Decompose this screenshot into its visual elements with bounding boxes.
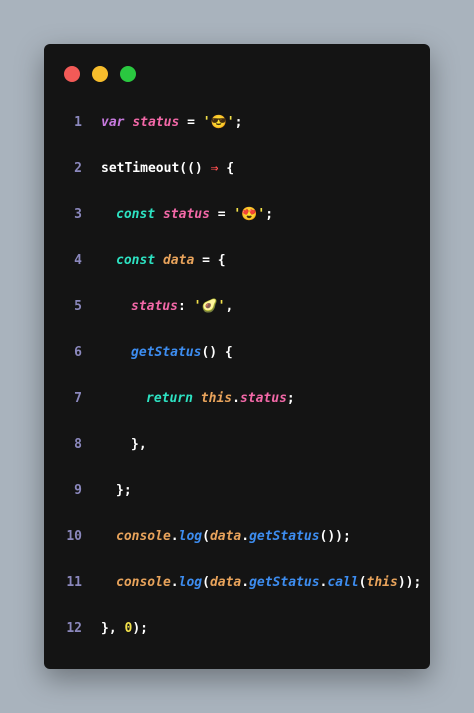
code-line: 6 getStatus() {: [44, 337, 430, 383]
code-line: 8},: [44, 429, 430, 475]
code-text: }, 0);: [101, 613, 148, 645]
code-token: },: [101, 621, 125, 636]
code-token: status: [162, 207, 210, 222]
code-text: console.log(data.getStatus.call(this));: [116, 567, 421, 599]
line-number: 7: [74, 391, 82, 406]
code-token: '😎': [202, 115, 235, 130]
code-token: (: [202, 529, 210, 544]
line-number: 8: [74, 437, 82, 452]
code-token: this: [366, 575, 398, 590]
code-token: .: [170, 575, 179, 590]
code-line: 9};: [44, 475, 430, 521]
code-text: return this.status;: [146, 383, 295, 415]
code-token: this: [200, 391, 233, 406]
code-text: const data = {: [116, 245, 226, 277]
code-text: setTimeout(() ⇒ {: [101, 153, 234, 185]
code-text: console.log(data.getStatus());: [116, 521, 351, 553]
code-token: ,: [225, 299, 234, 314]
code-text: var status = '😎';: [101, 107, 242, 139]
code-line: 11 console.log(data.getStatus.call(this))…: [44, 567, 430, 613]
code-line: 10 console.log(data.getStatus());: [44, 521, 430, 567]
line-number: 6: [74, 345, 82, 360]
code-token: data: [209, 529, 242, 544]
code-text: const status = '😍';: [116, 199, 273, 231]
code-token: getStatus: [249, 529, 320, 544]
code-token: = {: [194, 253, 226, 268]
line-number: 5: [74, 299, 82, 314]
code-token: data: [162, 253, 195, 268]
code-token: status: [239, 391, 287, 406]
maximize-button[interactable]: [120, 66, 136, 82]
code-text: status: '🥑',: [131, 291, 233, 323]
code-line: 7 return this.status;: [44, 383, 430, 429]
code-token: .: [241, 575, 250, 590]
code-token: =: [179, 115, 203, 130]
code-line: 1 var status = '😎';: [44, 107, 430, 153]
code-token: call: [327, 575, 359, 590]
close-button[interactable]: [64, 66, 80, 82]
code-token: },: [131, 437, 147, 452]
code-token: .: [170, 529, 179, 544]
line-number: 1: [74, 115, 82, 130]
code-token: log: [178, 575, 203, 590]
code-token: .: [232, 391, 240, 406]
code-token: (: [358, 575, 367, 590]
code-token: =: [209, 207, 234, 222]
code-token: status: [131, 299, 178, 314]
code-token: console: [116, 529, 171, 544]
line-number: 11: [66, 575, 82, 590]
code-line: 12 }, 0);: [44, 613, 430, 659]
code-token: ));: [397, 575, 422, 590]
line-number: 2: [74, 161, 82, 176]
code-token: status: [132, 115, 180, 130]
code-token: ;: [286, 391, 295, 406]
code-token: const: [116, 207, 156, 222]
code-token: {: [218, 161, 235, 176]
code-token: console: [116, 575, 171, 590]
code-text: getStatus() {: [131, 337, 233, 369]
code-text: };: [116, 475, 132, 507]
code-token: log: [178, 529, 203, 544]
code-token: data: [209, 575, 242, 590]
code-text: },: [131, 429, 147, 461]
code-token: ());: [319, 529, 351, 544]
code-token: );: [132, 621, 148, 636]
line-number: 9: [74, 483, 82, 498]
code-token: '😍': [233, 207, 266, 222]
code-token: (: [202, 575, 210, 590]
code-line: 3 const status = '😍';: [44, 199, 430, 245]
code-token: :: [177, 299, 194, 314]
minimize-button[interactable]: [92, 66, 108, 82]
code-token: getStatus: [249, 575, 320, 590]
code-token: .: [241, 529, 250, 544]
line-number: 4: [74, 253, 82, 268]
code-token: () {: [201, 345, 233, 360]
code-token: setTimeout((): [101, 161, 211, 176]
code-line: 5 status: '🥑',: [44, 291, 430, 337]
line-number: 12: [66, 621, 82, 636]
line-number: 3: [74, 207, 82, 222]
code-token: var: [101, 115, 125, 130]
code-line: 4 const data = {: [44, 245, 430, 291]
code-token: ;: [234, 115, 243, 130]
code-token: '🥑': [193, 299, 226, 314]
code-token: ;: [265, 207, 274, 222]
code-token: const: [116, 253, 156, 268]
code-window: 1 var status = '😎'; 2 setTimeout(() ⇒ { 3 con…: [44, 44, 430, 669]
code-token: return: [146, 391, 193, 406]
code-editor: 1 var status = '😎'; 2 setTimeout(() ⇒ { 3 con…: [44, 107, 430, 659]
code-line: 2 setTimeout(() ⇒ {: [44, 153, 430, 199]
code-token: };: [116, 483, 132, 498]
code-token: getStatus: [131, 345, 202, 360]
line-number: 10: [66, 529, 82, 544]
